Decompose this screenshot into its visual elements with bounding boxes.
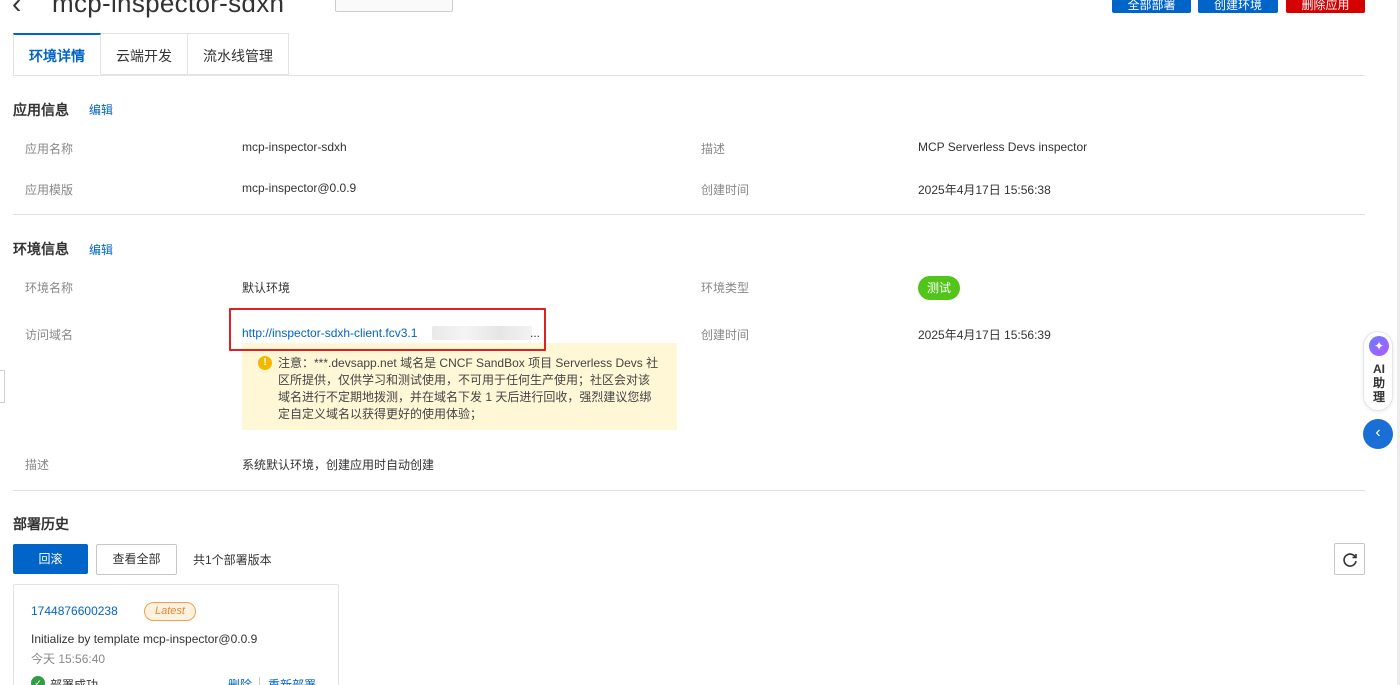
env-desc-value: 系统默认环境，创建应用时自动创建 [242,458,435,472]
env-desc-label: 描述 [25,458,50,472]
section-divider [13,214,1365,215]
app-name-label: 应用名称 [25,142,74,156]
ai-assistant-label: AI 助 理 [1364,362,1394,404]
env-info-title: 环境信息 [13,241,69,257]
deploy-status: 部署成功 [50,678,99,685]
success-check-icon: ✓ [31,676,45,685]
page-title: mcp-inspector-sdxh [52,0,285,18]
domain-notice: 注意：***.devsapp.net 域名是 CNCF SandBox 项目 S… [242,343,677,430]
warning-icon: ! [258,356,272,370]
tab-env-details[interactable]: 环境详情 [13,33,101,75]
domain-label: 访问域名 [25,328,74,342]
deploy-card: 1744876600238 Latest Initialize by templ… [13,584,339,685]
env-type-label: 环境类型 [701,281,750,295]
env-type-badge: 测试 [918,276,960,300]
redeploy-link[interactable]: 重新部署 [268,676,316,685]
domain-notice-text: 注意：***.devsapp.net 域名是 CNCF SandBox 项目 S… [278,356,659,421]
link-separator [259,677,260,685]
tab-bar: 环境详情 云端开发 流水线管理 [13,33,289,75]
left-drawer-handle[interactable] [0,370,5,403]
refresh-icon [1343,553,1357,567]
ai-label-char: 理 [1372,390,1385,404]
version-count: 共1个部署版本 [193,553,272,567]
app-info-title: 应用信息 [13,102,69,118]
ai-label-char: 助 [1372,376,1385,390]
app-desc-label: 描述 [701,142,726,156]
create-env-button[interactable]: 创建环境 [1198,0,1278,13]
rollback-button[interactable]: 回滚 [13,544,88,574]
env-info-edit-link[interactable]: 编辑 [89,241,113,258]
app-created-value: 2025年4月17日 15:56:38 [918,183,1051,197]
highlight-box [229,308,546,351]
refresh-button[interactable] [1334,543,1365,575]
collapse-chevron-icon[interactable]: ‹ [1363,419,1393,449]
deploy-id-link[interactable]: 1744876600238 [31,604,118,618]
app-info-edit-link[interactable]: 编辑 [89,101,113,118]
section-divider [13,490,1365,491]
deploy-description: Initialize by template mcp-inspector@0.0… [31,632,258,646]
app-desc-value: MCP Serverless Devs inspector [918,140,1088,154]
app-created-label: 创建时间 [701,183,750,197]
env-created-label: 创建时间 [701,328,750,342]
back-arrow-icon[interactable]: ‹ [12,0,21,20]
delete-app-button[interactable]: 删除应用 [1286,0,1365,13]
tab-pipeline[interactable]: 流水线管理 [188,33,289,75]
deploy-history-title: 部署历史 [13,516,69,532]
latest-badge: Latest [144,602,196,621]
app-template-value: mcp-inspector@0.0.9 [242,181,357,195]
ai-label-char: AI [1373,362,1385,376]
env-name-label: 环境名称 [25,281,74,295]
tab-cloud-dev[interactable]: 云端开发 [101,33,188,75]
app-template-label: 应用模版 [25,183,74,197]
delete-deploy-link[interactable]: 删除 [228,676,252,685]
page-header: ‹ mcp-inspector-sdxh 全部部署 创建环境 删除应用 [0,0,1400,22]
deploy-time: 今天 15:56:40 [31,652,106,666]
ai-sparkle-icon: ✦ [1369,336,1389,356]
deploy-all-button[interactable]: 全部部署 [1112,0,1191,13]
app-name-value: mcp-inspector-sdxh [242,140,347,154]
ai-assistant-button[interactable]: ✦ AI 助 理 [1363,331,1393,411]
env-name-value: 默认环境 [242,281,291,295]
env-created-value: 2025年4月17日 15:56:39 [918,328,1051,342]
header-search-input[interactable] [335,0,453,12]
tabs-divider [13,75,1365,76]
view-all-button[interactable]: 查看全部 [96,544,177,575]
